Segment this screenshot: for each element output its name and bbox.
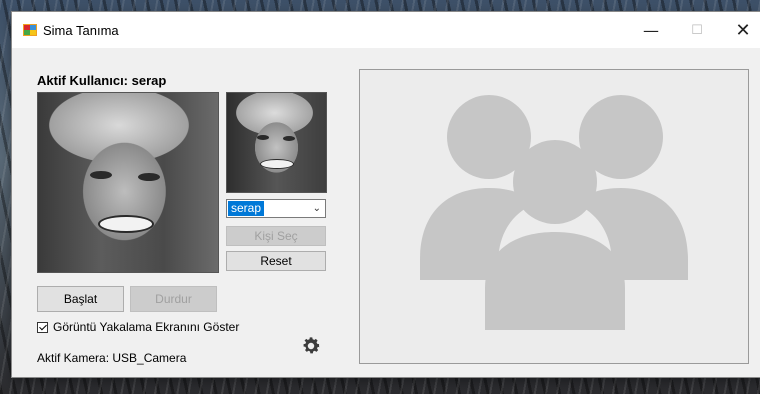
chevron-down-icon: ⌄	[312, 203, 321, 214]
maximize-button[interactable]: ☐	[674, 12, 720, 48]
active-camera-label: Aktif Kamera: USB_Camera	[37, 351, 187, 365]
stop-button[interactable]: Durdur	[130, 286, 217, 312]
face-mouth	[98, 215, 154, 233]
person-select-value: serap	[228, 201, 265, 216]
thumb-eye-right	[283, 136, 295, 141]
show-capture-checkbox-row[interactable]: Görüntü Yakalama Ekranını Göster	[37, 320, 239, 334]
thumb-eye-left	[257, 135, 269, 140]
face-eye-left	[90, 171, 112, 179]
selected-person-thumbnail	[226, 92, 327, 193]
title-bar[interactable]: Sima Tanıma — ☐ ✕	[12, 12, 760, 48]
live-face-image	[37, 92, 219, 273]
show-capture-checkbox[interactable]	[37, 321, 48, 333]
reset-button[interactable]: Reset	[226, 251, 326, 271]
thumb-mouth	[260, 159, 294, 169]
users-group-icon	[420, 95, 688, 330]
person-select-dropdown[interactable]: serap ⌄	[226, 199, 326, 218]
face-eye-right	[138, 173, 160, 181]
window-title: Sima Tanıma	[43, 23, 119, 38]
gear-icon	[303, 337, 320, 354]
capture-preview-panel	[359, 69, 749, 364]
minimize-button[interactable]: —	[628, 12, 674, 48]
app-window-icon	[23, 24, 37, 36]
active-user-label: Aktif Kullanıcı: serap	[37, 73, 167, 88]
show-capture-label: Görüntü Yakalama Ekranını Göster	[53, 320, 240, 334]
app-window: Sima Tanıma — ☐ ✕ Aktif Kullanıcı: serap…	[12, 12, 760, 377]
close-button[interactable]: ✕	[720, 12, 760, 48]
start-button[interactable]: Başlat	[37, 286, 124, 312]
settings-button[interactable]	[299, 334, 323, 358]
select-person-button[interactable]: Kişi Seç	[226, 226, 326, 246]
